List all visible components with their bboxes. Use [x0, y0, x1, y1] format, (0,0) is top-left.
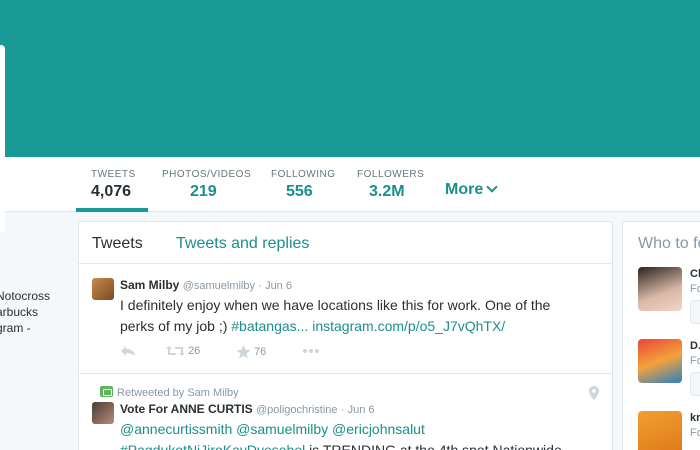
- stat-label: PHOTOS/VIDEOS: [162, 169, 252, 180]
- suggested-user-name[interactable]: D.: [690, 340, 700, 352]
- suggested-user-sub: Fo: [690, 427, 700, 439]
- tweet-header: Sam Milby @samuelmilby · Jun 6: [120, 278, 292, 292]
- stat-value: 219: [190, 183, 217, 200]
- avatar[interactable]: [92, 278, 114, 300]
- favorite-button[interactable]: 76: [236, 345, 266, 359]
- retweet-count: 26: [188, 345, 201, 357]
- stat-photos-videos[interactable]: PHOTOS/VIDEOS 219: [162, 169, 251, 201]
- more-label: More: [445, 181, 484, 198]
- suggested-user-name[interactable]: kr: [690, 412, 700, 424]
- more-menu-button[interactable]: More: [445, 181, 498, 199]
- stat-label: FOLLOWING: [271, 169, 336, 180]
- tweet-item[interactable]: Sam Milby @samuelmilby · Jun 6 I definit…: [79, 264, 612, 374]
- suggested-user-sub: Fo: [690, 355, 700, 367]
- bio-line: arbucks: [0, 305, 39, 319]
- profile-nav-bar: TWEETS 4,076 PHOTOS/VIDEOS 219 FOLLOWING…: [0, 157, 700, 232]
- avatar[interactable]: [92, 402, 114, 424]
- tweet-text: I definitely enjoy when we have location…: [120, 295, 550, 337]
- suggested-user-sub: Fo: [690, 283, 700, 295]
- avatar[interactable]: [638, 267, 682, 311]
- retweet-icon: [166, 346, 185, 357]
- profile-card-edge: [0, 45, 5, 157]
- bio-line: Notocross: [0, 289, 51, 303]
- more-actions-button[interactable]: [302, 345, 320, 357]
- tweet-actions: 26 76: [120, 345, 420, 361]
- retweeted-by-label[interactable]: Retweeted by Sam Milby: [117, 387, 239, 399]
- ellipsis-icon: [303, 349, 319, 354]
- stat-value: 556: [286, 183, 313, 200]
- timeline: Tweets Tweets and replies Sam Milby @sam…: [78, 221, 613, 450]
- tab-tweets-and-replies[interactable]: Tweets and replies: [176, 235, 309, 253]
- suggested-user-name[interactable]: Cl: [690, 268, 700, 280]
- profile-header-banner: [0, 0, 700, 157]
- mention-links[interactable]: @annecurtissmith @samuelmilby @ericjohns…: [120, 419, 562, 440]
- hashtag-link[interactable]: #PagdukotNiJiroKayDyesebel: [120, 442, 305, 450]
- avatar[interactable]: [638, 411, 682, 450]
- stat-following[interactable]: FOLLOWING 556: [271, 169, 336, 201]
- profile-bio: Notocross arbucks gram -: [0, 288, 50, 336]
- tab-tweets[interactable]: Tweets: [92, 235, 143, 253]
- stat-value: 3.2M: [369, 183, 405, 200]
- stat-label: FOLLOWERS: [357, 169, 425, 180]
- stat-label: TWEETS: [91, 169, 136, 180]
- tweet-text-line: #PagdukotNiJiroKayDyesebel is TRENDING a…: [120, 440, 562, 450]
- chevron-down-icon: [486, 181, 498, 193]
- tweet-author-name[interactable]: Vote For ANNE CURTIS: [120, 402, 253, 416]
- bio-line: gram -: [0, 321, 31, 335]
- tweet-timestamp[interactable]: · Jun 6: [258, 280, 292, 292]
- tweet-timestamp[interactable]: · Jun 6: [341, 404, 375, 416]
- tweet-item[interactable]: Retweeted by Sam Milby Vote For ANNE CUR…: [79, 374, 612, 450]
- profile-card-edge-lower: [0, 157, 5, 232]
- active-stat-underline: [76, 208, 148, 212]
- who-to-follow-title: Who to follow: [638, 235, 700, 252]
- stat-followers[interactable]: FOLLOWERS 3.2M: [357, 169, 424, 201]
- who-to-follow-panel: Who to follow Cl Fo D. Fo kr Fo: [622, 221, 700, 450]
- star-icon: [236, 345, 251, 359]
- avatar[interactable]: [638, 339, 682, 383]
- tweet-header: Vote For ANNE CURTIS @poligochristine · …: [120, 402, 375, 416]
- follow-button[interactable]: [690, 300, 700, 324]
- stat-value: 4,076: [91, 183, 132, 200]
- retweet-button[interactable]: 26: [166, 345, 200, 357]
- location-pin-icon[interactable]: [589, 386, 599, 400]
- follow-button[interactable]: [690, 372, 700, 396]
- tweet-author-name[interactable]: Sam Milby: [120, 278, 179, 292]
- tweet-text-plain: is TRENDING at the 4th spot Nationwide: [305, 442, 562, 450]
- tweet-text-line: perks of my job ;) #batangas... instagra…: [120, 316, 550, 337]
- favorite-count: 76: [254, 345, 267, 358]
- reply-button[interactable]: [120, 345, 136, 357]
- hashtag-link[interactable]: #batangas...: [231, 318, 308, 334]
- retweet-context: Retweeted by Sam Milby: [100, 386, 239, 399]
- timeline-tabs: Tweets Tweets and replies: [79, 222, 612, 264]
- tweet-author-handle[interactable]: @samuelmilby: [183, 280, 255, 292]
- retweet-icon: [100, 386, 113, 397]
- tweet-text-line: I definitely enjoy when we have location…: [120, 297, 551, 313]
- reply-icon: [121, 346, 135, 357]
- tweet-text: @annecurtissmith @samuelmilby @ericjohns…: [120, 419, 562, 450]
- tweet-text-plain: perks of my job ;): [120, 318, 232, 334]
- url-link[interactable]: instagram.com/p/o5_J7vQhTX/: [308, 318, 505, 334]
- stat-tweets[interactable]: TWEETS 4,076: [91, 169, 136, 201]
- tweet-author-handle[interactable]: @poligochristine: [256, 404, 338, 416]
